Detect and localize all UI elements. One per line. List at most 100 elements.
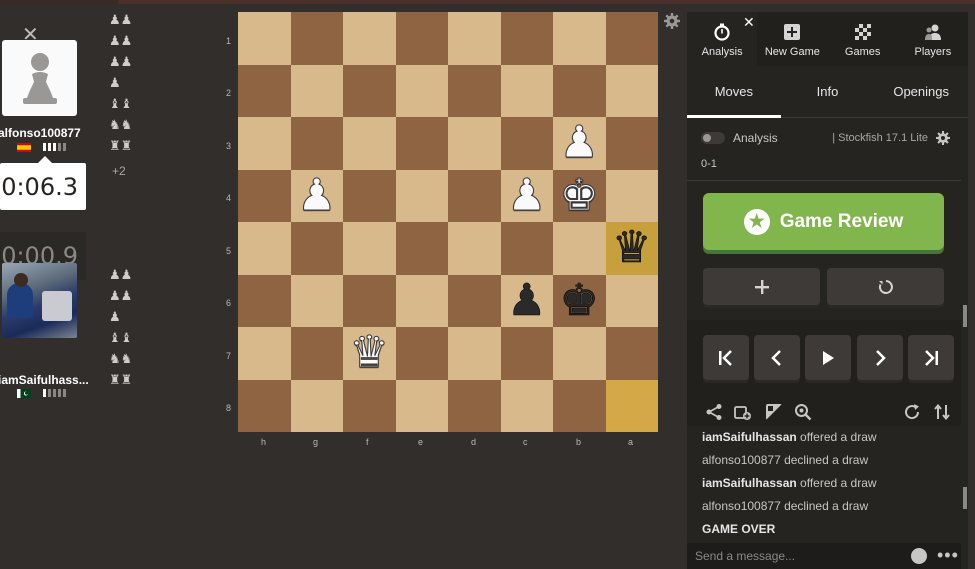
white-pawn-icon[interactable]: ♟ [297,173,337,218]
white-queen-icon[interactable]: ♛ [349,330,389,375]
board-square[interactable] [290,379,343,432]
board-square[interactable] [290,274,343,327]
board-square[interactable]: ♟ [500,169,553,222]
board-square[interactable] [343,169,396,222]
board-square[interactable] [290,64,343,117]
more-options-icon[interactable]: ••• [937,545,959,566]
board-square[interactable] [290,117,343,170]
close-analysis-icon[interactable]: ✕ [743,14,755,31]
board-square[interactable] [343,222,396,275]
board-square[interactable] [343,379,396,432]
board-square[interactable] [448,169,501,222]
chat-user[interactable]: iamSaifulhassan [702,476,797,490]
board-square[interactable] [238,12,291,65]
board-square[interactable] [500,117,553,170]
analysis-settings-gear-icon[interactable] [936,131,950,145]
board-square[interactable]: ♚ [553,274,606,327]
board-square[interactable] [395,222,448,275]
tab-players[interactable]: Players [898,12,968,66]
board-square[interactable] [290,327,343,380]
last-move-square[interactable]: ♛ [605,222,658,275]
black-queen-icon[interactable]: ♛ [612,226,652,271]
white-king-icon[interactable]: ♚ [559,173,599,218]
board-square[interactable] [605,169,658,222]
add-button[interactable] [703,268,820,305]
flip-board-icon[interactable] [933,403,951,421]
board-square[interactable] [395,12,448,65]
tab-analysis[interactable]: Analysis ✕ [687,12,758,66]
board-square[interactable] [553,12,606,65]
previous-move-button[interactable] [754,335,800,380]
board-square[interactable] [395,274,448,327]
board-square[interactable] [448,222,501,275]
board-square[interactable]: ♟ [290,169,343,222]
board-square[interactable] [343,12,396,65]
scroll-thumb[interactable] [963,305,967,327]
top-player-name[interactable]: alfonso100877 [0,126,81,140]
board-square[interactable]: ♛ [343,327,396,380]
board-square[interactable] [395,117,448,170]
board-square[interactable] [395,169,448,222]
board-square[interactable] [605,64,658,117]
board-square[interactable] [553,327,606,380]
board-square[interactable] [605,327,658,380]
board-square[interactable] [448,117,501,170]
scrollbar[interactable] [961,155,968,569]
board-square[interactable] [395,327,448,380]
refresh-icon[interactable] [903,403,921,421]
board-square[interactable] [395,379,448,432]
board-square[interactable] [553,222,606,275]
next-move-button[interactable] [857,335,903,380]
board-square[interactable] [290,222,343,275]
top-player-avatar[interactable] [2,40,77,116]
chat-user[interactable]: iamSaifulhassan [702,430,797,444]
emoji-icon[interactable] [911,548,927,564]
board-settings-gear-icon[interactable] [664,13,680,29]
board-square[interactable] [238,379,291,432]
board-square[interactable] [500,12,553,65]
subtab-info[interactable]: Info [781,66,875,117]
analysis-toggle[interactable] [701,132,725,144]
board-square[interactable] [605,12,658,65]
board-square[interactable] [343,274,396,327]
board-square[interactable] [500,222,553,275]
board-square[interactable] [448,379,501,432]
last-move-button[interactable] [908,335,954,380]
white-pawn-icon[interactable]: ♟ [559,120,599,165]
board-square[interactable] [553,64,606,117]
last-move-square[interactable] [605,379,658,432]
share-icon[interactable] [705,403,723,421]
subtab-moves[interactable]: Moves [687,66,781,118]
board-square[interactable] [238,222,291,275]
board-square[interactable] [238,64,291,117]
board-square[interactable] [448,12,501,65]
board-square[interactable] [290,12,343,65]
board-square[interactable]: ♚ [553,169,606,222]
board-square[interactable] [448,274,501,327]
board-square[interactable] [343,117,396,170]
game-review-button[interactable]: ★ Game Review [703,193,944,250]
board-square[interactable] [605,274,658,327]
board-square[interactable]: ♟ [500,274,553,327]
board-square[interactable] [448,327,501,380]
scroll-thumb[interactable] [963,487,967,509]
analyze-search-icon[interactable] [794,403,812,421]
tab-games[interactable]: Games [828,12,898,66]
board-image-icon[interactable] [765,403,783,421]
board-square[interactable] [238,169,291,222]
board-square[interactable] [605,117,658,170]
bottom-player-name[interactable]: iamSaifulhass... [0,373,89,387]
subtab-openings[interactable]: Openings [874,66,968,117]
board-square[interactable] [343,64,396,117]
board-square[interactable] [395,64,448,117]
board-square[interactable] [500,64,553,117]
board-square[interactable] [500,379,553,432]
first-move-button[interactable] [703,335,749,380]
board-square[interactable] [448,64,501,117]
white-pawn-icon[interactable]: ♟ [507,173,547,218]
add-to-library-icon[interactable] [734,403,752,421]
board-square[interactable] [553,379,606,432]
board-square[interactable] [238,274,291,327]
black-king-icon[interactable]: ♚ [559,278,599,323]
board-square[interactable] [500,327,553,380]
